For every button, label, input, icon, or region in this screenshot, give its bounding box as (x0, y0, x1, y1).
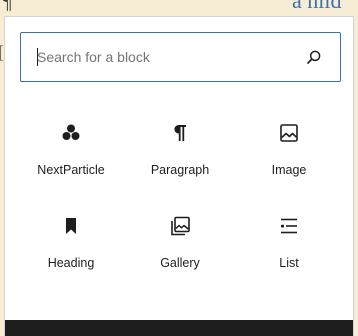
background-text-line: ¶ a hild (0, 0, 358, 16)
block-label: Gallery (160, 256, 200, 270)
list-icon (281, 218, 297, 234)
block-item-gallery[interactable]: Gallery (126, 206, 234, 286)
search-icon[interactable] (305, 48, 323, 66)
text-caret (37, 48, 38, 66)
block-inserter-popover: NextParticle Paragraph Image Heading (4, 16, 354, 336)
search-box[interactable] (20, 32, 341, 82)
bookmark-icon (66, 218, 76, 234)
block-label: List (279, 256, 299, 270)
block-label: Paragraph (150, 163, 210, 177)
search-input[interactable] (21, 33, 291, 80)
image-icon (280, 124, 298, 142)
block-item-heading[interactable]: Heading (17, 206, 125, 286)
background-link-fragment[interactable]: a hild (292, 0, 342, 12)
block-label: NextParticle (37, 163, 105, 177)
block-item-paragraph[interactable]: Paragraph (126, 113, 234, 193)
block-label: Heading (47, 256, 95, 270)
block-item-list[interactable]: List (235, 206, 343, 286)
gallery-icon (171, 216, 190, 236)
particles-icon (62, 124, 80, 140)
background-separator: ¶ (2, 0, 12, 13)
block-item-nextparticle[interactable]: NextParticle (17, 113, 125, 193)
block-label: Image (271, 163, 307, 177)
paragraph-icon (174, 125, 186, 141)
block-item-image[interactable]: Image (235, 113, 343, 193)
inserter-footer-bar (5, 320, 353, 336)
